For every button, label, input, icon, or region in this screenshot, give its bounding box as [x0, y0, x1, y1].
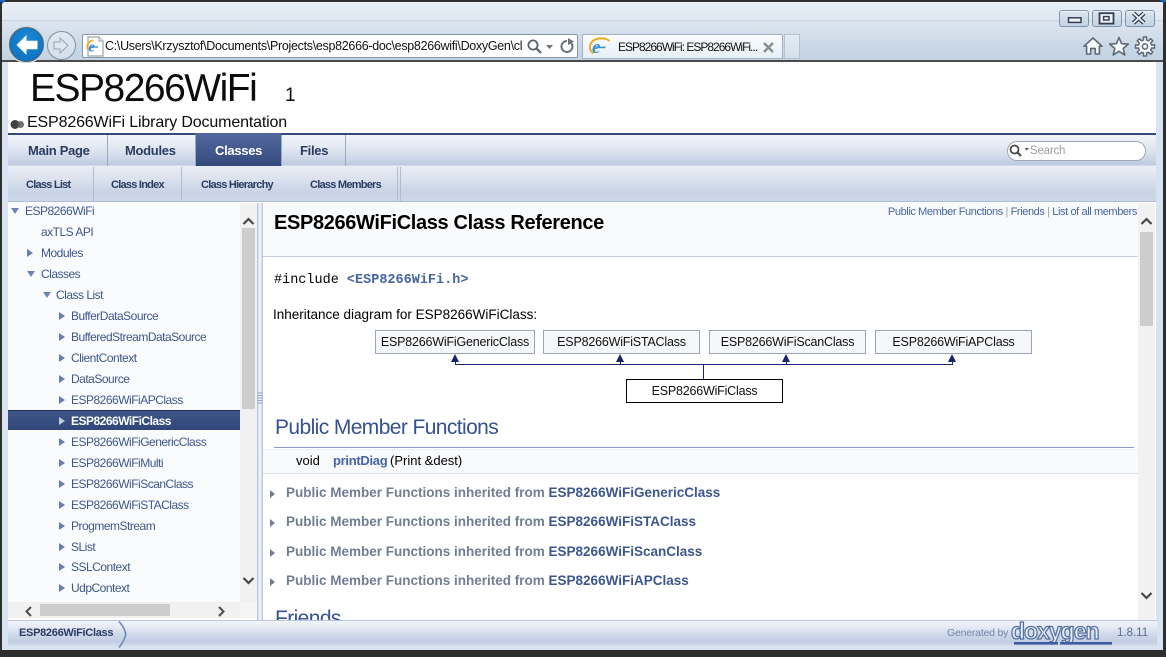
svg-text:e: e: [592, 37, 601, 56]
svg-text:doxygen: doxygen: [1011, 621, 1099, 644]
